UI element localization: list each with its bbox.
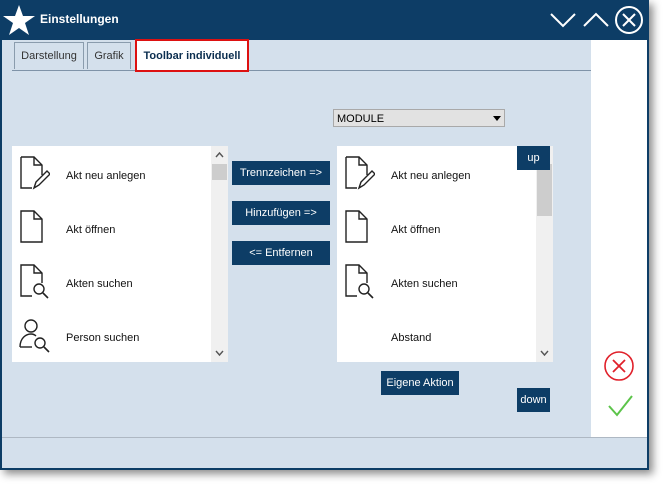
tab-toolbar-individuell[interactable]: Toolbar individuell — [135, 39, 249, 72]
list-item-label: Person suchen — [66, 332, 140, 344]
content-area: Darstellung Grafik Toolbar individuell M… — [2, 39, 647, 468]
tab-strip: Darstellung Grafik Toolbar individuell — [12, 39, 591, 72]
dropdown-arrow-icon — [493, 116, 501, 121]
custom-action-button[interactable]: Eigene Aktion — [381, 371, 459, 395]
list-item-label: Akten suchen — [66, 278, 133, 290]
list-item[interactable]: Akt öffnen — [12, 203, 208, 257]
list-item[interactable]: Abstand — [337, 311, 533, 362]
document-search-icon — [20, 264, 49, 299]
document-search-icon — [345, 264, 374, 299]
document-icon — [345, 210, 368, 243]
document-icon — [20, 210, 43, 243]
list-item[interactable]: Akt neu anlegen — [12, 149, 208, 203]
list-item[interactable]: Person suchen — [12, 311, 208, 362]
list-item-label: Akt neu anlegen — [391, 170, 471, 182]
person-search-icon — [19, 319, 50, 353]
available-commands-list[interactable]: Akt neu anlegen Akt öffnen Akten suchen — [12, 146, 228, 362]
settings-window: Einstellungen Darstellung Grafik Toolbar… — [0, 0, 649, 470]
scroll-down-arrow-icon[interactable] — [540, 349, 549, 358]
list-item-label: Akt neu anlegen — [66, 170, 146, 182]
list-item-label: Akt öffnen — [66, 224, 116, 236]
list-item-label: Abstand — [391, 332, 432, 344]
title-bar: Einstellungen — [0, 0, 649, 40]
toolbar-list-scrollbar[interactable] — [536, 146, 553, 362]
remove-button[interactable]: <= Entfernen — [232, 241, 330, 265]
move-up-button[interactable]: up — [517, 146, 550, 170]
footer-divider — [2, 437, 647, 438]
scroll-up-arrow-icon[interactable] — [215, 150, 224, 159]
available-list-scrollbar[interactable] — [211, 146, 228, 362]
chevron-up-icon[interactable] — [582, 6, 610, 34]
new-document-icon — [20, 156, 50, 190]
scroll-down-arrow-icon[interactable] — [215, 349, 224, 358]
list-item[interactable]: Akt öffnen — [337, 203, 533, 257]
tab-darstellung[interactable]: Darstellung — [14, 42, 84, 69]
toolbar-commands-list[interactable]: Akt neu anlegen Akt öffnen Akten suchen — [337, 146, 553, 362]
add-button[interactable]: Hinzufügen => — [232, 201, 330, 225]
close-circle-icon[interactable] — [614, 5, 644, 35]
chevron-down-icon[interactable] — [549, 6, 577, 34]
list-item[interactable]: Akten suchen — [337, 257, 533, 311]
star-icon — [3, 5, 35, 35]
list-item[interactable]: Akten suchen — [12, 257, 208, 311]
list-item[interactable]: Akt neu anlegen — [337, 149, 533, 203]
new-document-icon — [345, 156, 375, 190]
window-title: Einstellungen — [40, 12, 119, 26]
scroll-thumb[interactable] — [537, 164, 552, 216]
module-select[interactable]: MODULE — [333, 109, 505, 127]
cancel-icon[interactable] — [603, 350, 635, 382]
separator-button[interactable]: Trennzeichen => — [232, 161, 330, 185]
tab-grafik[interactable]: Grafik — [87, 42, 131, 69]
module-select-value: MODULE — [337, 113, 385, 125]
scroll-thumb[interactable] — [212, 164, 227, 180]
list-item-label: Akt öffnen — [391, 224, 441, 236]
tab-divider — [12, 70, 591, 71]
confirm-check-icon[interactable] — [606, 392, 634, 420]
list-item-label: Akten suchen — [391, 278, 458, 290]
move-down-button[interactable]: down — [517, 388, 550, 412]
